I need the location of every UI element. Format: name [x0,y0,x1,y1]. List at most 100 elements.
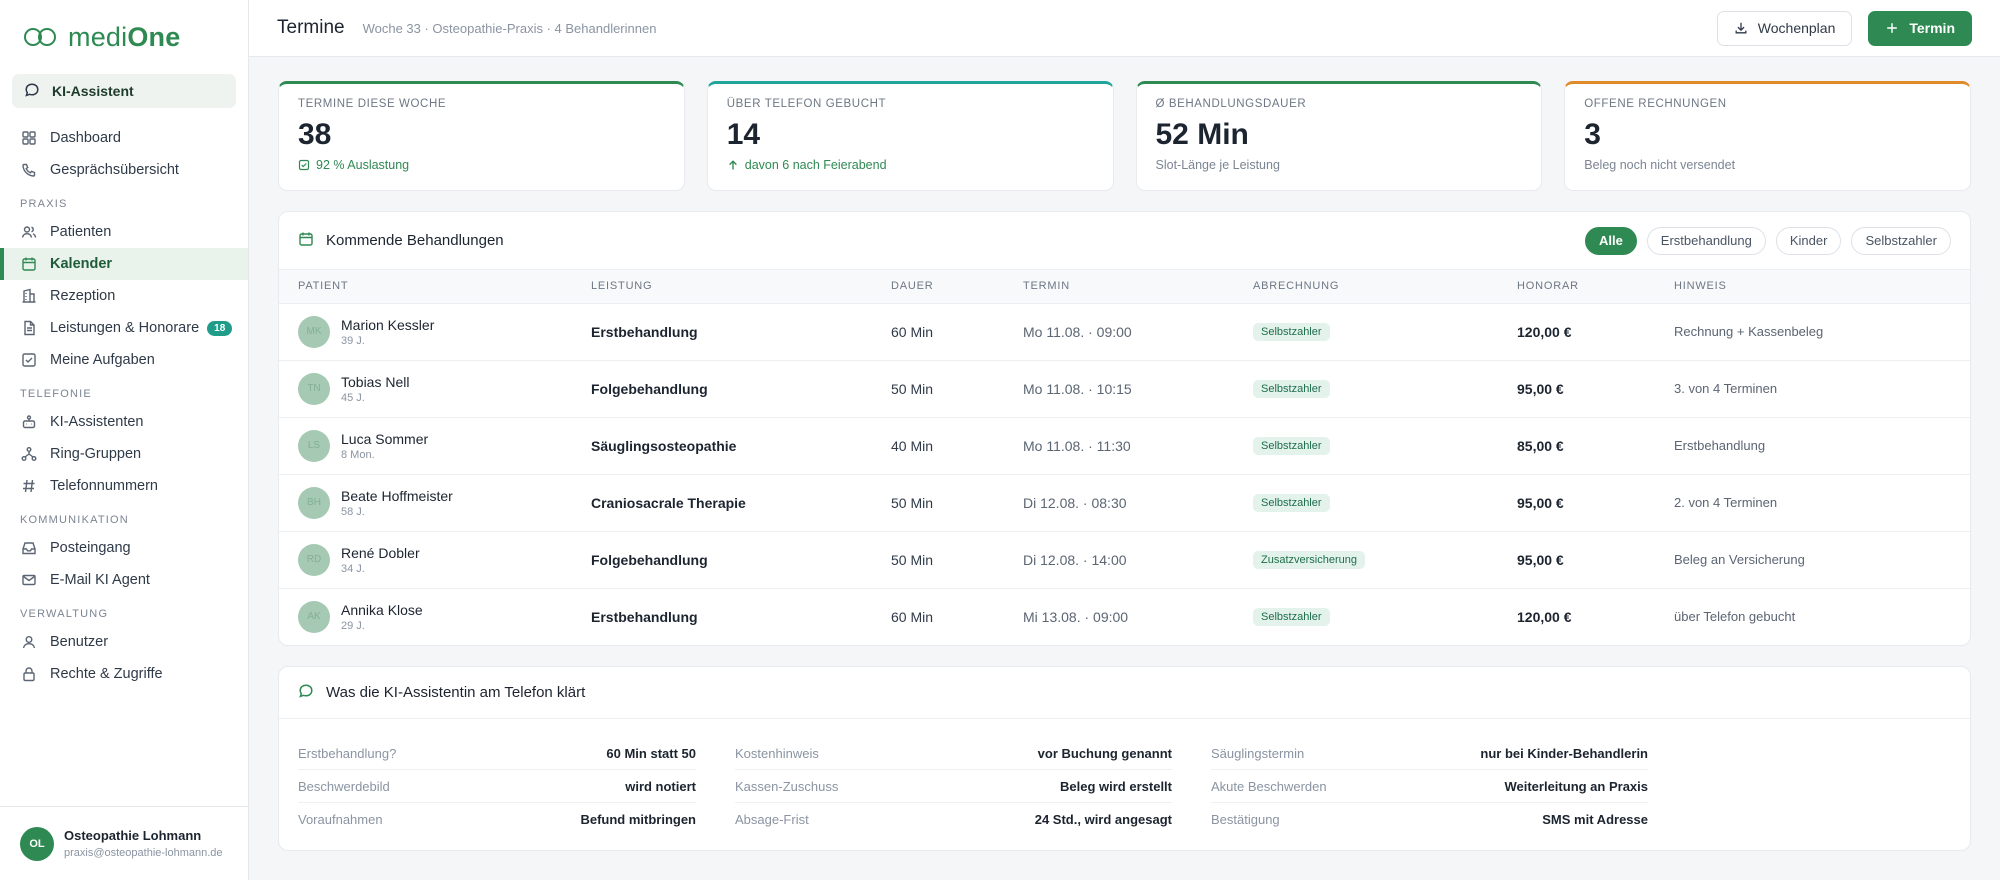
appointment-time: Mo 11.08. · 10:15 [1023,360,1253,418]
sidebar-item-meine-aufgaben[interactable]: Meine Aufgaben [0,344,248,376]
stat-foot: Beleg noch nicht versendet [1584,158,1736,172]
user-profile[interactable]: OL Osteopathie Lohmann praxis@osteopathi… [0,806,248,880]
duration: 60 Min [891,608,934,625]
appointment-time: Mo 11.08. · 09:00 [1023,303,1253,361]
info-row: Beschwerdebild wird notiert [298,770,696,803]
sidebar-item-gespraechsuebersicht[interactable]: Gesprächsübersicht [0,154,248,186]
info-value: 60 Min statt 50 [606,745,696,761]
note: Beleg an Versicherung [1674,531,1970,589]
billing-badge: Selbstzahler [1253,494,1330,512]
billing-badge: Selbstzahler [1253,380,1330,398]
sidebar-item-patienten[interactable]: Patienten [0,216,248,248]
add-termin-button[interactable]: Termin [1868,10,1972,46]
download-icon [1734,21,1748,35]
column-header[interactable]: HINWEIS [1674,270,1970,304]
billing-badge: Zusatzversicherung [1253,551,1365,569]
table-row[interactable]: LS Luca Sommer 8 Mon. Säuglingsosteopathie 4… [279,417,1970,475]
info-value: 24 Std., wird angesagt [1034,812,1172,827]
fee: 95,00 € [1517,474,1674,532]
sidebar-item-label: Rechte & Zugriffe [50,666,163,682]
user-name: Osteopathie Lohmann [64,828,202,843]
sidebar-item-email-ki-agent[interactable]: E-Mail KI Agent [0,564,248,596]
info-row: Voraufnahmen Befund mitbringen [298,803,696,836]
column-header[interactable]: LEISTUNG [591,270,891,304]
duration: 40 Min [891,417,1023,475]
robot-icon [20,413,38,431]
stat-value: 38 [298,118,332,151]
fee: 95,00 € [1517,531,1674,589]
sidebar-item-ki-assistenten[interactable]: KI-Assistenten [0,406,248,438]
filter-selbstzahler[interactable]: Selbstzahler [1851,226,1951,255]
info-key: Voraufnahmen [298,812,383,827]
lock-icon [20,665,38,683]
column-header[interactable]: DAUER [891,270,1023,304]
filter-erstbehandlung[interactable]: Erstbehandlung [1646,226,1766,255]
patient-age: 58 J. [341,505,365,518]
stat-foot: davon 6 nach Feierabend [727,158,1094,172]
info-row: Akute Beschwerden Weiterleitung an Praxis [1211,770,1648,803]
table-row[interactable]: RD René Dobler 34 J. Folgebehandlung 50 Min D… [279,531,1970,589]
nav-section-verwaltung: VERWALTUNG [20,608,109,620]
info-value: Befund mitbringen [580,812,696,827]
sidebar-item-label: Telefonnummern [50,478,158,494]
table-row[interactable]: MK Marion Kessler 39 J. Erstbehandlung 60 Mi… [279,303,1970,361]
sidebar-item-leistungen-honorare[interactable]: Leistungen & Honorare 18 [0,312,248,344]
arrow-up-icon [727,159,739,171]
sidebar-item-dashboard[interactable]: Dashboard [0,122,248,154]
note: Rechnung + Kassenbeleg [1674,303,1970,361]
filter-alle[interactable]: Alle [1584,226,1637,255]
service: Craniosacrale Therapie [591,474,891,532]
user-email: praxis@osteopathie-lohmann.de [64,847,223,859]
stat-value: 52 Min [1155,118,1249,151]
sidebar-item-rechte-zugriffe[interactable]: Rechte & Zugriffe [0,658,248,690]
patient-age: 8 Mon. [341,448,375,461]
sidebar-item-ring-gruppen[interactable]: Ring-Gruppen [0,438,248,470]
stat-card-termine: TERMINE DIESE WOCHE 38 92 % Auslastung [278,81,685,191]
calendar-icon [298,231,314,250]
phone-icon [20,161,38,179]
upcoming-treatments-card: Kommende Behandlungen Alle Erstbehandlun… [278,211,1971,646]
wochenplan-button[interactable]: Wochenplan [1716,10,1853,46]
table-row[interactable]: AK Annika Klose 29 J. Erstbehandlung 60 Min M… [279,588,1970,645]
info-row: Säuglingstermin nur bei Kinder-Behandleri… [1211,737,1648,770]
page-title: Termine [277,17,345,38]
duration: 60 Min [891,303,1023,361]
sidebar-item-telefonnummern[interactable]: Telefonnummern [0,470,248,502]
sidebar-item-posteingang[interactable]: Posteingang [0,532,248,564]
card-title: Kommende Behandlungen [326,232,504,249]
sidebar-item-label: Posteingang [50,540,131,556]
sidebar-item-kalender[interactable]: Kalender [0,248,248,280]
sidebar-item-rezeption[interactable]: Rezeption [0,280,248,312]
nav-section-kommunikation: KOMMUNIKATION [20,514,129,526]
add-termin-label: Termin [1909,20,1955,36]
table-row[interactable]: TN Tobias Nell 45 J. Folgebehandlung 50 Min M… [279,360,1970,418]
appointment-time: Mo 11.08. · 11:30 [1023,417,1253,475]
filter-kinder[interactable]: Kinder [1775,226,1842,255]
ki-info-grid: Erstbehandlung? 60 Min statt 50 Beschwerde… [279,719,1970,850]
sidebar: mediOne KI-Assistent Dashboard Gesprächs… [0,0,249,880]
column-header[interactable]: ABRECHNUNG [1253,270,1517,304]
sidebar-item-label: Leistungen & Honorare [50,320,200,336]
building-icon [20,287,38,305]
ki-assistent-button[interactable]: KI-Assistent [12,74,236,108]
column-header[interactable]: PATIENT [279,270,591,304]
info-key: Kassen-Zuschuss [735,778,839,794]
patient-name: Annika Klose [341,601,423,618]
info-column: Kostenhinweis vor Buchung genannt Kassen-Z… [735,737,1211,836]
grid-icon [20,129,38,147]
patient-name: Beate Hoffmeister [341,487,453,504]
sidebar-item-label: Benutzer [50,634,109,650]
column-header[interactable]: TERMIN [1023,270,1253,304]
sidebar-item-benutzer[interactable]: Benutzer [0,626,248,658]
appointment-time: Mi 13.08. · 09:00 [1023,608,1129,625]
stat-label: OFFENE RECHNUNGEN [1584,98,1727,110]
avatar: RD [298,543,330,576]
table-row[interactable]: BH Beate Hoffmeister 58 J. Craniosacrale Th… [279,474,1970,532]
fee: 120,00 € [1517,608,1572,625]
checkbox-icon [20,351,38,369]
stat-card-dauer: Ø BEHANDLUNGSDAUER 52 Min Slot-Länge je … [1135,81,1543,191]
fee: 85,00 € [1517,417,1674,475]
column-header[interactable]: HONORAR [1517,270,1674,304]
app-logo[interactable]: mediOne [0,0,248,74]
sidebar-item-label: KI-Assistenten [50,414,144,430]
